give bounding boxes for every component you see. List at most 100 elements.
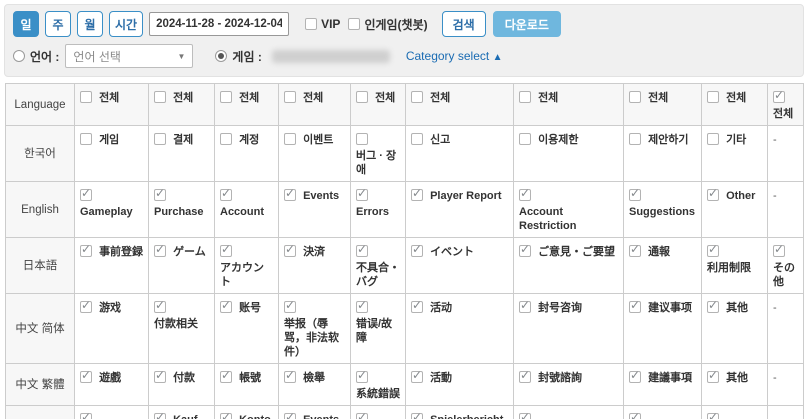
period-week-button[interactable]: 주	[45, 11, 71, 37]
category-checkbox[interactable]	[411, 413, 423, 419]
category-checkbox[interactable]	[519, 245, 531, 257]
category-checkbox[interactable]	[707, 245, 719, 257]
category-checkbox[interactable]	[707, 133, 719, 145]
category-checkbox[interactable]	[220, 301, 232, 313]
category-label: 活动	[430, 301, 452, 315]
category-checkbox[interactable]	[80, 413, 92, 419]
select-all-checkbox[interactable]	[220, 91, 232, 103]
category-checkbox[interactable]	[154, 189, 166, 201]
category-cell: Suggestions	[624, 182, 702, 238]
select-all-checkbox[interactable]	[154, 91, 166, 103]
category-checkbox[interactable]	[220, 413, 232, 419]
category-checkbox[interactable]	[356, 245, 368, 257]
category-checkbox[interactable]	[356, 301, 368, 313]
category-checkbox[interactable]	[80, 245, 92, 257]
select-all-checkbox[interactable]	[284, 91, 296, 103]
category-checkbox[interactable]	[80, 133, 92, 145]
category-checkbox[interactable]	[519, 189, 531, 201]
category-checkbox[interactable]	[284, 371, 296, 383]
category-checkbox[interactable]	[629, 371, 641, 383]
category-checkbox[interactable]	[80, 189, 92, 201]
category-checkbox[interactable]	[629, 413, 641, 419]
category-label: 신고	[430, 133, 450, 147]
category-checkbox[interactable]	[411, 133, 423, 145]
category-checkbox[interactable]	[411, 245, 423, 257]
category-checkbox[interactable]	[411, 189, 423, 201]
category-label: 이용제한	[538, 133, 578, 147]
category-checkbox[interactable]	[284, 133, 296, 145]
category-checkbox[interactable]	[284, 245, 296, 257]
select-all-cell: 전체	[406, 84, 514, 126]
category-cell: 系統錯誤	[351, 364, 406, 406]
empty-cell: -	[768, 406, 804, 419]
category-checkbox[interactable]	[284, 413, 296, 419]
category-checkbox[interactable]	[519, 413, 531, 419]
language-radio[interactable]	[13, 50, 25, 62]
category-checkbox[interactable]	[154, 245, 166, 257]
category-checkbox[interactable]	[707, 301, 719, 313]
category-checkbox[interactable]	[707, 371, 719, 383]
category-label: ご意見・ご要望	[538, 245, 615, 259]
search-button[interactable]: 검색	[442, 11, 486, 37]
period-day-button[interactable]: 일	[13, 11, 39, 37]
category-checkbox[interactable]	[80, 301, 92, 313]
table-row: 日本語 事前登録 ゲーム アカウント 決済 不具合・バグ イベント ご意見・ご要…	[6, 238, 804, 294]
language-label: 中文 简体	[6, 294, 75, 364]
category-cell: Vorschläge	[624, 406, 702, 419]
category-checkbox[interactable]	[356, 371, 368, 383]
select-all-checkbox[interactable]	[707, 91, 719, 103]
category-checkbox[interactable]	[707, 413, 719, 419]
period-month-button[interactable]: 월	[77, 11, 103, 37]
table-row: Deutsch Gameplay Kauf Konto Events Fehle…	[6, 406, 804, 419]
category-checkbox[interactable]	[220, 189, 232, 201]
category-label: Other	[726, 189, 755, 203]
category-checkbox[interactable]	[154, 371, 166, 383]
select-all-label: 전체	[173, 91, 193, 105]
select-all-checkbox[interactable]	[773, 91, 785, 103]
select-all-checkbox[interactable]	[411, 91, 423, 103]
category-checkbox[interactable]	[629, 301, 641, 313]
category-checkbox[interactable]	[284, 301, 296, 313]
category-checkbox[interactable]	[629, 245, 641, 257]
category-checkbox[interactable]	[154, 133, 166, 145]
category-checkbox[interactable]	[154, 413, 166, 419]
select-all-checkbox[interactable]	[629, 91, 641, 103]
select-all-checkbox[interactable]	[80, 91, 92, 103]
category-checkbox[interactable]	[519, 301, 531, 313]
category-checkbox[interactable]	[773, 245, 785, 257]
vip-checkbox[interactable]	[305, 18, 317, 30]
game-name-redacted-field[interactable]	[272, 50, 390, 63]
select-all-checkbox[interactable]	[519, 91, 531, 103]
category-checkbox[interactable]	[411, 301, 423, 313]
category-checkbox[interactable]	[284, 189, 296, 201]
category-checkbox[interactable]	[220, 371, 232, 383]
select-all-label: 전체	[538, 91, 558, 105]
category-select-link[interactable]: Category select ▲	[406, 49, 503, 63]
category-checkbox[interactable]	[356, 413, 368, 419]
select-all-label: 전체	[239, 91, 259, 105]
select-all-checkbox[interactable]	[356, 91, 368, 103]
category-checkbox[interactable]	[629, 189, 641, 201]
period-time-button[interactable]: 시간	[109, 11, 143, 37]
ingame-chatbot-checkbox[interactable]	[348, 18, 360, 30]
language-select[interactable]: 언어 선택 ▼	[65, 44, 193, 68]
category-cell: 게임	[75, 126, 149, 182]
category-cell: Account	[215, 182, 279, 238]
category-checkbox[interactable]	[220, 133, 232, 145]
category-checkbox[interactable]	[356, 189, 368, 201]
category-checkbox[interactable]	[356, 133, 368, 145]
category-checkbox[interactable]	[519, 133, 531, 145]
category-checkbox[interactable]	[707, 189, 719, 201]
date-range-input[interactable]	[149, 12, 289, 36]
ingame-chatbot-label: 인게임(챗봇)	[364, 16, 427, 33]
category-label: 버그 · 장애	[356, 149, 401, 177]
category-checkbox[interactable]	[629, 133, 641, 145]
category-checkbox[interactable]	[80, 371, 92, 383]
category-checkbox[interactable]	[519, 371, 531, 383]
category-checkbox[interactable]	[411, 371, 423, 383]
category-checkbox[interactable]	[220, 245, 232, 257]
category-checkbox[interactable]	[154, 301, 166, 313]
game-radio[interactable]	[215, 50, 227, 62]
download-button[interactable]: 다운로드	[493, 11, 561, 37]
empty-cell: -	[768, 182, 804, 238]
